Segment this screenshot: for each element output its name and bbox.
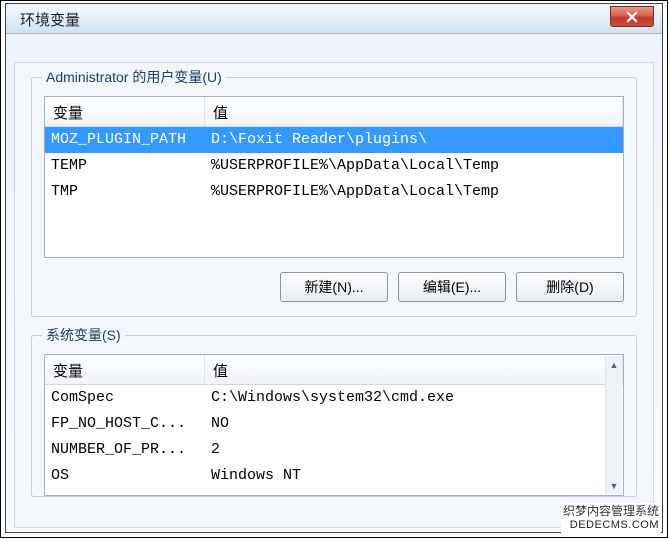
user-vars-button-row: 新建(N)... 编辑(E)... 删除(D) <box>44 272 624 302</box>
table-row-empty <box>45 205 623 231</box>
cell-variable: TMP <box>45 179 205 205</box>
cell-value: NO <box>205 411 623 437</box>
titlebar: 环境变量 <box>6 4 662 34</box>
cell-variable: TEMP <box>45 153 205 179</box>
cell-variable: OS <box>45 463 205 489</box>
system-list-wrap: 变量 值 ComSpecC:\Windows\system32\cmd.exeF… <box>44 354 624 496</box>
image-frame: 环境变量 Administrator 的用户变量(U) 变量 值 <box>0 0 668 538</box>
cell-value: 2 <box>205 437 623 463</box>
scroll-thumb[interactable] <box>606 373 622 477</box>
user-variables-group: Administrator 的用户变量(U) 变量 值 MOZ_PLUGIN_P… <box>31 77 637 317</box>
watermark-en: DEDECMS.COM <box>563 519 659 532</box>
list-body: ComSpecC:\Windows\system32\cmd.exeFP_NO_… <box>45 385 623 495</box>
inner-panel: Administrator 的用户变量(U) 变量 值 MOZ_PLUGIN_P… <box>14 62 654 528</box>
column-header-variable[interactable]: 变量 <box>45 355 205 384</box>
edit-button[interactable]: 编辑(E)... <box>398 272 506 302</box>
table-row[interactable]: MOZ_PLUGIN_PATHD:\Foxit Reader\plugins\ <box>45 127 623 153</box>
cell-value: C:\Windows\system32\cmd.exe <box>205 385 623 411</box>
table-row[interactable]: TEMP%USERPROFILE%\AppData\Local\Temp <box>45 153 623 179</box>
cell-value: %USERPROFILE%\AppData\Local\Temp <box>205 179 623 205</box>
cell-variable: MOZ_PLUGIN_PATH <box>45 127 205 153</box>
delete-button[interactable]: 删除(D) <box>516 272 624 302</box>
list-header: 变量 值 <box>45 355 623 385</box>
column-header-variable[interactable]: 变量 <box>45 97 205 126</box>
table-row[interactable]: TMP%USERPROFILE%\AppData\Local\Temp <box>45 179 623 205</box>
client-area: Administrator 的用户变量(U) 变量 值 MOZ_PLUGIN_P… <box>6 34 662 532</box>
cell-value: Windows NT <box>205 463 623 489</box>
column-header-value[interactable]: 值 <box>205 355 623 384</box>
user-variables-list[interactable]: 变量 值 MOZ_PLUGIN_PATHD:\Foxit Reader\plug… <box>44 96 624 258</box>
dialog-window: 环境变量 Administrator 的用户变量(U) 变量 值 <box>5 3 663 533</box>
table-row[interactable]: OSWindows NT <box>45 463 623 489</box>
table-row[interactable]: FP_NO_HOST_C...NO <box>45 411 623 437</box>
table-row-empty <box>45 231 623 257</box>
cell-variable: NUMBER_OF_PR... <box>45 437 205 463</box>
user-variables-legend: Administrator 的用户变量(U) <box>42 67 226 87</box>
new-button[interactable]: 新建(N)... <box>280 272 388 302</box>
window-title: 环境变量 <box>20 9 80 30</box>
watermark: 织梦内容管理系统 DEDECMS.COM <box>561 503 661 533</box>
list-body: MOZ_PLUGIN_PATHD:\Foxit Reader\plugins\T… <box>45 127 623 257</box>
column-header-value[interactable]: 值 <box>205 97 623 126</box>
system-variables-group: 系统变量(S) 变量 值 ComSpecC:\Windows\system32\… <box>31 335 637 497</box>
list-header: 变量 值 <box>45 97 623 127</box>
cell-value: %USERPROFILE%\AppData\Local\Temp <box>205 153 623 179</box>
cell-variable: ComSpec <box>45 385 205 411</box>
cell-value: D:\Foxit Reader\plugins\ <box>205 127 623 153</box>
system-variables-list[interactable]: 变量 值 ComSpecC:\Windows\system32\cmd.exeF… <box>44 354 624 496</box>
vertical-scrollbar[interactable]: ▲ ▼ <box>605 356 622 494</box>
cell-variable: FP_NO_HOST_C... <box>45 411 205 437</box>
table-row[interactable]: NUMBER_OF_PR...2 <box>45 437 623 463</box>
table-row[interactable]: ComSpecC:\Windows\system32\cmd.exe <box>45 385 623 411</box>
system-variables-legend: 系统变量(S) <box>42 325 125 345</box>
watermark-zh: 织梦内容管理系统 <box>563 504 659 518</box>
scroll-down-arrow-icon[interactable]: ▼ <box>606 477 622 494</box>
scroll-up-arrow-icon[interactable]: ▲ <box>606 356 622 373</box>
close-button[interactable] <box>610 6 654 27</box>
close-icon <box>626 11 638 23</box>
